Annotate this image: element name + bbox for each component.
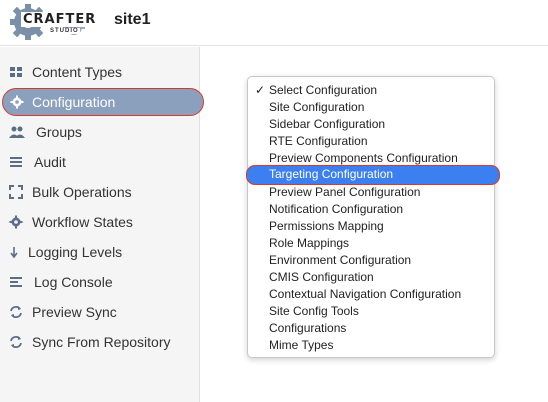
sidebar-item-label: Logging Levels	[28, 244, 123, 260]
checkmark-icon: ✓	[255, 83, 266, 97]
sidebar-item-audit[interactable]: Audit	[0, 147, 200, 177]
sidebar-item-content-types[interactable]: Content Types	[0, 57, 200, 87]
option-mime-types[interactable]: Mime Types	[248, 337, 496, 354]
sidebar-item-label: Log Console	[34, 274, 113, 290]
sidebar-item-workflow-states[interactable]: Workflow States	[0, 207, 200, 237]
option-environment-configuration[interactable]: Environment Configuration	[248, 252, 496, 269]
sidebar-item-label: Audit	[34, 154, 66, 170]
configuration-select-dropdown[interactable]: ✓ Select Configuration Site Configuratio…	[246, 76, 500, 358]
sidebar-item-configuration[interactable]: Configuration	[2, 88, 204, 116]
sidebar-item-label: Configuration	[32, 94, 116, 110]
option-preview-panel-configuration[interactable]: Preview Panel Configuration	[248, 184, 496, 201]
app-header: CRAFTER STUDIO site1	[0, 0, 548, 46]
sidebar-item-label: Workflow States	[32, 214, 133, 230]
sidebar-item-logging-levels[interactable]: Logging Levels	[0, 237, 200, 267]
option-rte-configuration[interactable]: RTE Configuration	[248, 133, 496, 150]
option-notification-configuration[interactable]: Notification Configuration	[248, 201, 496, 218]
logo-text: CRAFTER	[21, 12, 99, 27]
sidebar: Content Types Configuration Groups Audit…	[0, 47, 204, 402]
sidebar-item-label: Preview Sync	[32, 304, 117, 320]
sidebar-item-label: Bulk Operations	[32, 184, 132, 200]
option-site-configuration[interactable]: Site Configuration	[248, 99, 496, 116]
grid-icon	[9, 65, 23, 79]
list-icon	[9, 155, 23, 169]
users-icon	[9, 125, 25, 139]
option-site-config-tools[interactable]: Site Config Tools	[248, 303, 496, 320]
sidebar-item-groups[interactable]: Groups	[0, 117, 200, 147]
sidebar-item-log-console[interactable]: Log Console	[0, 267, 200, 297]
align-left-icon	[9, 275, 23, 289]
arrow-down-icon	[9, 245, 23, 259]
option-targeting-configuration[interactable]: Targeting Configuration	[246, 165, 500, 185]
refresh-icon	[9, 305, 23, 319]
option-configurations[interactable]: Configurations	[248, 320, 496, 337]
sidebar-item-label: Content Types	[32, 64, 123, 80]
option-contextual-navigation-configuration[interactable]: Contextual Navigation Configuration	[248, 286, 496, 303]
refresh-icon	[9, 335, 23, 349]
sidebar-item-bulk-operations[interactable]: Bulk Operations	[0, 177, 200, 207]
sidebar-item-label: Groups	[36, 124, 82, 140]
option-permissions-mapping[interactable]: Permissions Mapping	[248, 218, 496, 235]
gear-icon	[9, 215, 23, 229]
expand-icon	[9, 185, 23, 199]
option-role-mappings[interactable]: Role Mappings	[248, 235, 496, 252]
option-sidebar-configuration[interactable]: Sidebar Configuration	[248, 116, 496, 133]
sidebar-item-label: Sync From Repository	[32, 334, 171, 350]
logo-subtext: STUDIO	[49, 28, 80, 34]
sidebar-item-preview-sync[interactable]: Preview Sync	[0, 297, 200, 327]
option-cmis-configuration[interactable]: CMIS Configuration	[248, 269, 496, 286]
crafter-logo[interactable]: CRAFTER STUDIO	[8, 3, 100, 41]
site-name[interactable]: site1	[114, 11, 150, 29]
option-select-configuration[interactable]: ✓ Select Configuration	[248, 82, 496, 99]
gear-icon	[10, 95, 24, 109]
sidebar-item-sync-from-repository[interactable]: Sync From Repository	[0, 327, 200, 357]
